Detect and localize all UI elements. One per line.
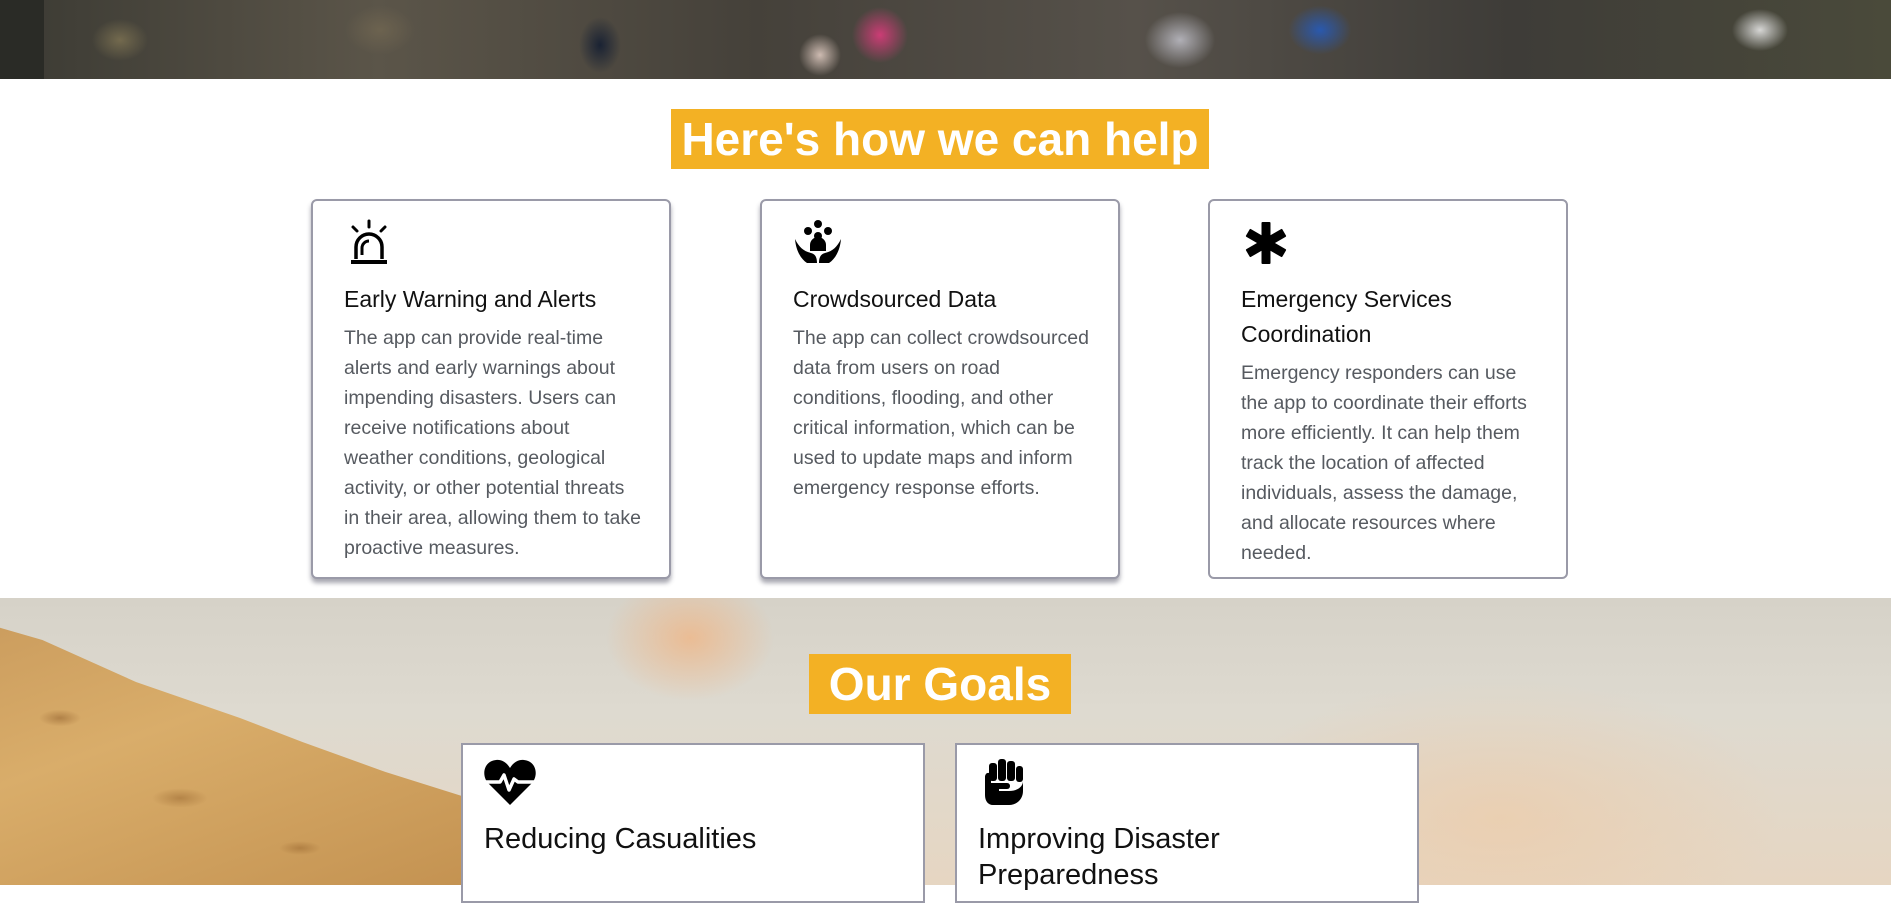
heart-pulse-icon bbox=[484, 759, 536, 805]
feature-card-early-warning: Early Warning and Alerts The app can pro… bbox=[311, 199, 671, 579]
card-text: The app can provide real-time alerts and… bbox=[344, 327, 641, 559]
goal-card-reducing-casualities: Reducing Casualities bbox=[461, 743, 925, 903]
card-text: Emergency responders can use the app to … bbox=[1241, 362, 1527, 564]
feature-card-emergency-coordination: Emergency Services Coordination Emergenc… bbox=[1208, 199, 1568, 579]
people-hands-icon bbox=[795, 220, 841, 263]
goal-card-disaster-preparedness: Improving Disaster Preparedness bbox=[955, 743, 1419, 903]
goal-title: Reducing Casualities bbox=[484, 823, 757, 855]
feature-card-crowdsourced-data: Crowdsourced Data The app can collect cr… bbox=[760, 199, 1120, 579]
hero-image-strip bbox=[0, 0, 1891, 79]
cliff-image bbox=[0, 622, 500, 885]
asterisk-icon bbox=[1245, 222, 1287, 264]
card-title: Emergency Services Coordination bbox=[1241, 286, 1452, 347]
card-title: Early Warning and Alerts bbox=[344, 286, 597, 312]
card-title: Crowdsourced Data bbox=[793, 286, 997, 312]
goal-title: Improving Disaster Preparedness bbox=[978, 823, 1220, 891]
card-text: The app can collect crowdsourced data fr… bbox=[793, 327, 1089, 499]
goals-section-title: Our Goals bbox=[809, 654, 1071, 714]
raised-fist-icon bbox=[985, 759, 1023, 805]
goals-background-image bbox=[0, 598, 1891, 885]
siren-icon bbox=[351, 219, 387, 264]
help-section-title: Here's how we can help bbox=[671, 109, 1209, 169]
